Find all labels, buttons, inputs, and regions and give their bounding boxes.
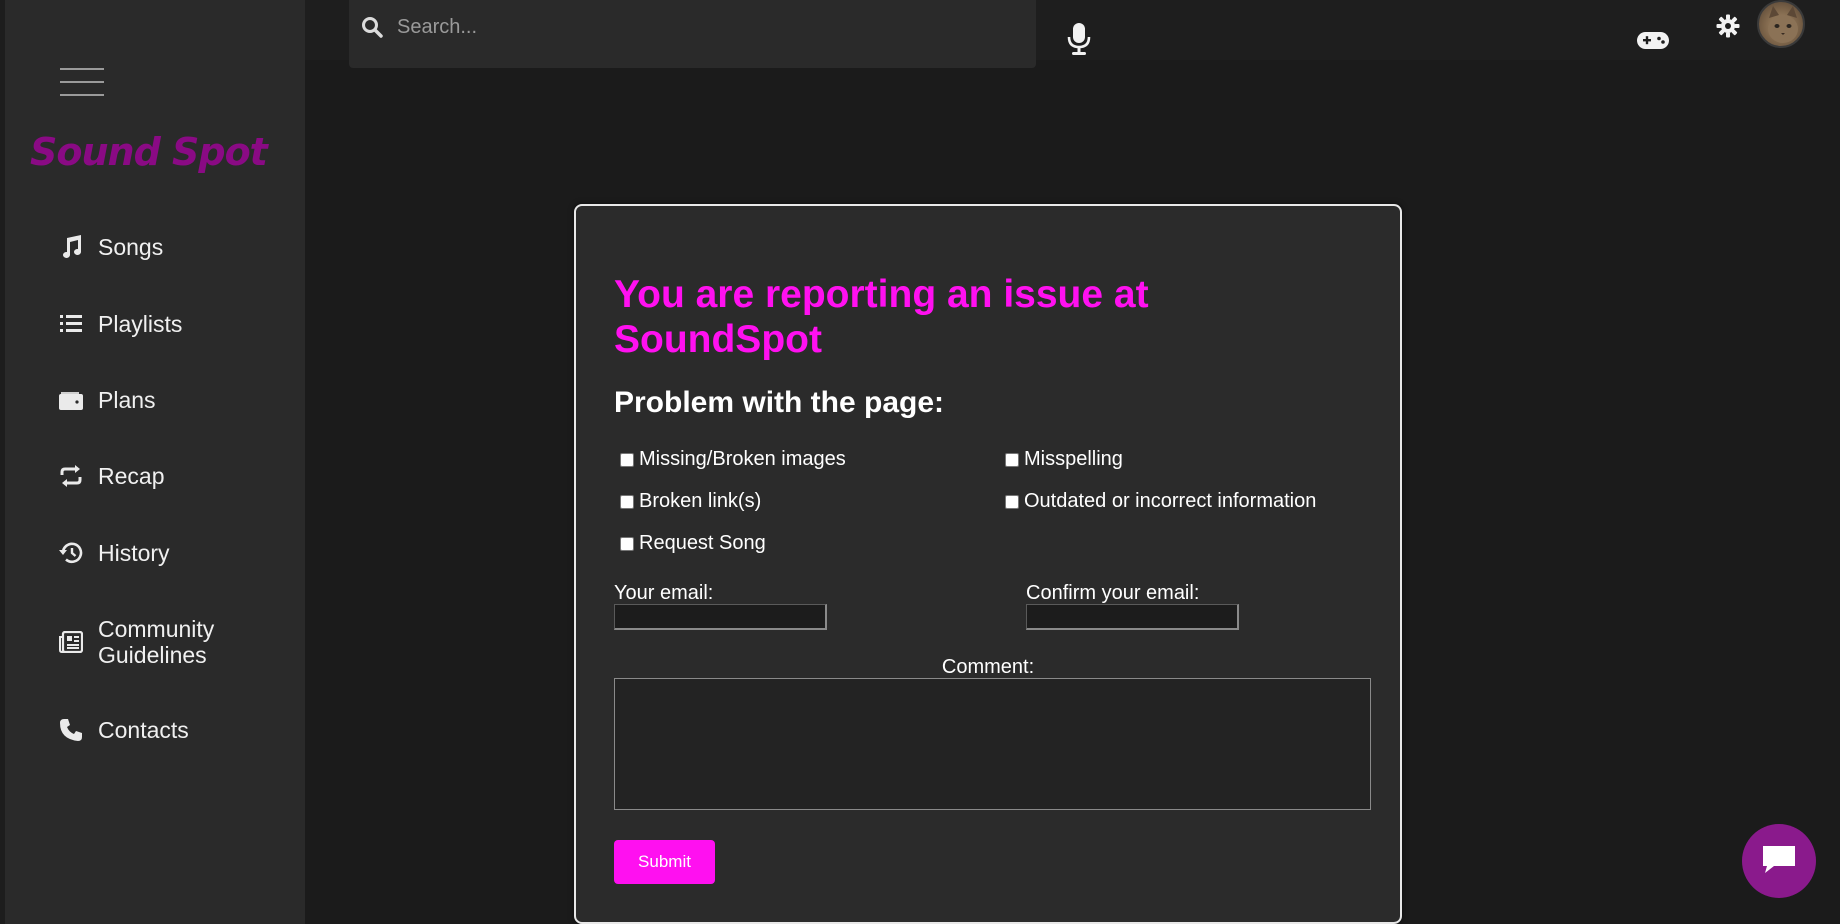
sidebar-item-recap[interactable]: Recap	[58, 463, 164, 489]
form-subtitle: Problem with the page:	[614, 386, 945, 419]
checkbox-label: Request Song	[639, 532, 766, 554]
app-root: Sound Spot Songs Playlists Plans Recap H…	[0, 0, 1840, 924]
checkbox-label: Outdated or incorrect information	[1024, 490, 1317, 512]
gear-icon[interactable]	[1716, 14, 1740, 38]
sidebar-item-contacts[interactable]: Contacts	[58, 717, 189, 743]
sidebar-item-label: History	[98, 540, 170, 566]
submit-button[interactable]: Submit	[614, 840, 715, 884]
search-bar	[349, 0, 1036, 68]
search-input[interactable]	[397, 8, 1017, 46]
checkbox-label: Misspelling	[1024, 448, 1123, 470]
chat-icon	[1760, 843, 1798, 880]
checkbox-outdated-information[interactable]: Outdated or incorrect information	[999, 490, 1316, 513]
phone-icon	[58, 717, 84, 743]
hamburger-menu-icon[interactable]	[60, 68, 104, 96]
checkbox-box[interactable]	[1005, 494, 1019, 509]
search-icon[interactable]	[361, 16, 383, 38]
sidebar-item-plans[interactable]: Plans	[58, 387, 156, 413]
checkbox-box[interactable]	[620, 452, 634, 467]
checkbox-box[interactable]	[1005, 452, 1019, 467]
email-label: Your email:	[614, 582, 714, 604]
confirm-email-label: Confirm your email:	[1026, 582, 1200, 604]
sidebar-item-community-guidelines[interactable]: Community Guidelines	[58, 616, 258, 668]
sidebar-item-label: Community Guidelines	[98, 616, 215, 668]
avatar[interactable]	[1757, 0, 1805, 48]
form-title: You are reporting an issue at SoundSpot	[614, 273, 1149, 361]
wallet-icon	[58, 387, 84, 413]
comment-textarea[interactable]	[614, 678, 1371, 810]
gamepad-icon[interactable]	[1636, 29, 1670, 51]
checkbox-misspelling[interactable]: Misspelling	[999, 448, 1123, 471]
confirm-email-field[interactable]	[1026, 604, 1239, 630]
sidebar-item-history[interactable]: History	[58, 540, 170, 566]
comment-label: Comment:	[941, 656, 1035, 678]
checkbox-box[interactable]	[620, 536, 634, 551]
checkbox-broken-links[interactable]: Broken link(s)	[614, 490, 761, 513]
newspaper-icon	[58, 629, 84, 655]
sidebar-item-label: Plans	[98, 387, 156, 413]
sidebar-item-playlists[interactable]: Playlists	[58, 311, 182, 337]
checkbox-missing-broken-images[interactable]: Missing/Broken images	[614, 448, 846, 471]
checkbox-label: Broken link(s)	[639, 490, 762, 512]
list-icon	[58, 311, 84, 337]
checkbox-label: Missing/Broken images	[639, 448, 846, 470]
chat-button[interactable]	[1742, 824, 1816, 898]
sidebar-item-label: Playlists	[98, 311, 183, 337]
checkbox-request-song[interactable]: Request Song	[614, 532, 766, 555]
checkbox-box[interactable]	[620, 494, 634, 509]
email-field[interactable]	[614, 604, 827, 630]
sidebar-item-songs[interactable]: Songs	[58, 234, 163, 260]
sidebar-item-label: Recap	[98, 463, 165, 489]
report-issue-form: You are reporting an issue at SoundSpot …	[574, 204, 1402, 924]
music-note-icon	[58, 234, 84, 260]
microphone-icon[interactable]	[1066, 22, 1092, 56]
repeat-icon	[58, 463, 84, 489]
brand-logo[interactable]: Sound Spot	[30, 130, 268, 174]
sidebar: Sound Spot Songs Playlists Plans Recap H…	[0, 0, 305, 924]
sidebar-item-label: Contacts	[98, 717, 189, 743]
sidebar-item-label: Songs	[98, 234, 164, 260]
history-icon	[58, 540, 84, 566]
